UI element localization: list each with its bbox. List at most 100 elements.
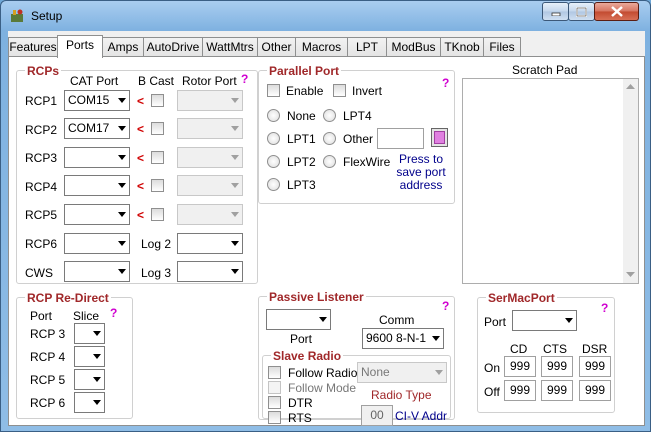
radio-lpt2[interactable] xyxy=(267,155,280,168)
parallel-invert-checkbox[interactable] xyxy=(333,84,346,97)
rcp6-cat-port-select[interactable] xyxy=(64,233,130,254)
redirect-rcp6-slice-select[interactable] xyxy=(74,392,105,413)
client-area: Features Ports Amps AutoDrive WattMtrs O… xyxy=(8,31,645,426)
rcp3-cat-port-select[interactable] xyxy=(64,147,130,168)
passive-port-select[interactable] xyxy=(266,309,331,330)
radio-type-label: Radio Type xyxy=(371,388,432,402)
save-port-address-button[interactable] xyxy=(431,128,448,147)
title-bar[interactable]: Setup xyxy=(1,1,650,31)
parallel-enable-checkbox[interactable] xyxy=(267,84,280,97)
tab-lpt[interactable]: LPT xyxy=(347,37,387,57)
tab-files[interactable]: Files xyxy=(483,37,521,57)
tab-features[interactable]: Features xyxy=(8,37,58,57)
passive-help-icon[interactable]: ? xyxy=(442,299,449,313)
rcp4-bcast-checkbox[interactable] xyxy=(151,179,164,192)
scroll-down-icon[interactable] xyxy=(626,272,635,278)
redirect-rcp5-label: RCP 5 xyxy=(30,373,66,387)
minimize-button[interactable] xyxy=(542,2,569,21)
rcp4-cat-port-select[interactable] xyxy=(64,175,130,196)
redirect-rcp5-slice-select[interactable] xyxy=(74,369,105,390)
scroll-up-icon[interactable] xyxy=(626,84,635,90)
on-label: On xyxy=(484,361,501,375)
tab-modbus[interactable]: ModBus xyxy=(386,37,441,57)
tab-tknob[interactable]: TKnob xyxy=(440,37,484,57)
civ-address-input[interactable]: 00 xyxy=(361,405,393,426)
radio-lpt3[interactable] xyxy=(267,178,280,191)
redirect-help-icon[interactable]: ? xyxy=(110,306,117,320)
rcp1-cat-port-select[interactable]: COM15 xyxy=(64,90,130,111)
off-cd-input[interactable]: 999 xyxy=(504,380,536,401)
rts-checkbox[interactable] xyxy=(268,411,281,424)
rcp4-rotor-select[interactable] xyxy=(177,175,243,196)
tab-ports[interactable]: Ports xyxy=(57,35,103,58)
rcp-redirect-title: RCP Re-Direct xyxy=(25,291,111,305)
sermac-port-label: Port xyxy=(484,315,507,329)
on-cd-input[interactable]: 999 xyxy=(504,356,536,377)
follow-radio-checkbox[interactable] xyxy=(268,366,281,379)
follow-mode-checkbox[interactable] xyxy=(268,381,281,394)
scratch-pad-scrollbar[interactable] xyxy=(623,79,638,283)
radio-lpt4[interactable] xyxy=(323,109,336,122)
radio-lpt1[interactable] xyxy=(267,132,280,145)
log3-select[interactable] xyxy=(177,261,243,282)
rcp5-bcast-checkbox[interactable] xyxy=(151,208,164,221)
off-cts-input[interactable]: 999 xyxy=(541,380,573,401)
rcp5-rotor-select[interactable] xyxy=(177,204,243,225)
rcp3-bcast-checkbox[interactable] xyxy=(151,151,164,164)
rcp2-cat-port-select[interactable]: COM17 xyxy=(64,118,130,139)
scratch-pad-textarea[interactable] xyxy=(462,78,639,284)
cat-port-header: CAT Port xyxy=(70,74,119,88)
setup-window: Setup Features Ports Amps AutoDrive Watt… xyxy=(0,0,651,432)
chevron-down-icon xyxy=(432,336,440,341)
passive-port-label: Port xyxy=(290,332,313,346)
passive-listener-title: Passive Listener xyxy=(267,290,366,304)
on-dsr-input[interactable]: 999 xyxy=(579,356,611,377)
rcp5-cat-port-select[interactable] xyxy=(64,204,130,225)
radio-other-label: Other xyxy=(343,132,374,146)
chevron-down-icon xyxy=(118,241,126,246)
window-title: Setup xyxy=(31,9,63,23)
rcps-title: RCPs xyxy=(25,64,62,78)
app-icon xyxy=(11,9,23,22)
rcp3-rotor-select[interactable] xyxy=(177,147,243,168)
tab-other[interactable]: Other xyxy=(257,37,296,57)
on-cts-input[interactable]: 999 xyxy=(541,356,573,377)
tab-amps[interactable]: Amps xyxy=(102,37,144,57)
rcp3-label: RCP3 xyxy=(25,151,58,165)
tab-wattmtrs[interactable]: WattMtrs xyxy=(202,37,258,57)
comm-select[interactable]: 9600 8-N-1 xyxy=(362,328,444,349)
sermac-port-select[interactable] xyxy=(512,310,577,331)
rcp1-rotor-select[interactable] xyxy=(177,90,243,111)
close-button[interactable] xyxy=(594,2,639,21)
rcps-help-icon[interactable]: ? xyxy=(241,72,248,86)
slave-radio-title: Slave Radio xyxy=(271,349,344,363)
chevron-down-icon xyxy=(231,126,239,131)
redirect-rcp6-label: RCP 6 xyxy=(30,396,66,410)
comm-label: Comm xyxy=(379,313,415,327)
redirect-rcp3-slice-select[interactable] xyxy=(74,323,105,344)
tab-macros[interactable]: Macros xyxy=(295,37,348,57)
tab-autodrive[interactable]: AutoDrive xyxy=(143,37,203,57)
rcp1-bcast-checkbox[interactable] xyxy=(151,94,164,107)
off-dsr-input[interactable]: 999 xyxy=(579,380,611,401)
maximize-button[interactable] xyxy=(568,2,595,21)
chevron-down-icon xyxy=(118,183,126,188)
radio-other[interactable] xyxy=(323,132,336,145)
radio-type-select[interactable]: None xyxy=(357,362,447,383)
parallel-help-icon[interactable]: ? xyxy=(442,76,449,90)
sermac-help-icon[interactable]: ? xyxy=(601,301,608,315)
cws-cat-port-select[interactable] xyxy=(64,261,130,282)
redirect-rcp4-slice-select[interactable] xyxy=(74,346,105,367)
rcps-group: RCPs CAT Port B Cast Rotor Port ? RCP1 C… xyxy=(16,64,258,284)
radio-none[interactable] xyxy=(267,109,280,122)
other-address-input[interactable] xyxy=(377,128,424,149)
redirect-slice-header: Slice xyxy=(73,309,100,323)
radio-flexwire[interactable] xyxy=(323,155,336,168)
log2-select[interactable] xyxy=(177,233,243,254)
civ-address-label: CI-V Addr xyxy=(395,409,448,423)
maximize-icon xyxy=(576,6,587,17)
dtr-checkbox[interactable] xyxy=(268,396,281,409)
chevron-down-icon xyxy=(93,331,101,336)
rcp2-rotor-select[interactable] xyxy=(177,118,243,139)
rcp2-bcast-checkbox[interactable] xyxy=(151,122,164,135)
